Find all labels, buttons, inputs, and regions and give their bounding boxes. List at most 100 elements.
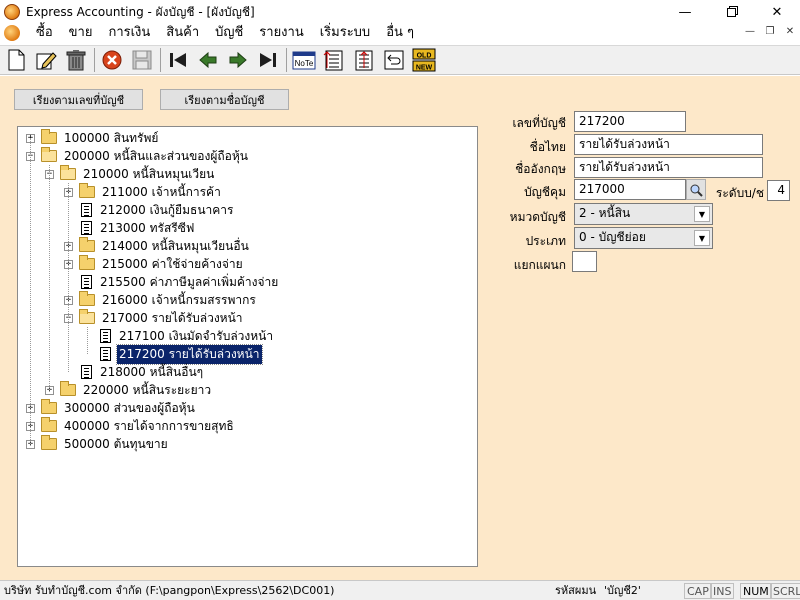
- tree-node[interactable]: +216000 เจ้าหนี้กรมสรรพากร: [64, 291, 258, 309]
- menu-reports[interactable]: รายงาน: [251, 22, 311, 44]
- edit-button[interactable]: [33, 47, 59, 73]
- mdi-system-icon[interactable]: [4, 25, 20, 41]
- window-title: Express Accounting - ผังบัญชี - [ผังบัญช…: [26, 4, 255, 19]
- mdi-close-button[interactable]: ✕: [780, 22, 800, 42]
- tree-node[interactable]: 217200 รายได้รับล่วงหน้า: [83, 343, 263, 365]
- undo-icon: [384, 50, 404, 70]
- tree-node[interactable]: +500000 ต้นทุนขาย: [26, 435, 170, 453]
- tree-node-label: 211000 เจ้าหนี้การค้า: [102, 184, 221, 199]
- control-account-field[interactable]: 217000: [574, 179, 686, 200]
- scroll-lock-indicator: SCRL: [770, 583, 800, 599]
- close-button[interactable]: ✕: [754, 0, 800, 24]
- sort-button[interactable]: [351, 47, 377, 73]
- tree-node-label: 214000 หนี้สินหมุนเวียนอื่น: [102, 238, 249, 253]
- tree-node[interactable]: 218000 หนี้สินอื่นๆ: [64, 363, 205, 381]
- menu-finance[interactable]: การเงิน: [100, 22, 158, 44]
- folder-open-icon: [60, 165, 76, 180]
- list-button[interactable]: [321, 47, 347, 73]
- num-lock-indicator: NUM: [740, 583, 772, 599]
- last-record-button[interactable]: [255, 47, 281, 73]
- new-button[interactable]: [3, 47, 29, 73]
- tree-node[interactable]: +215000 ค่าใช้จ่ายค้างจ่าย: [64, 255, 245, 273]
- restore-icon: [726, 7, 736, 17]
- svg-text:OLD: OLD: [417, 53, 432, 60]
- tree-node[interactable]: 215500 ค่าภาษีมูลค่าเพิ่มค้างจ่าย: [64, 273, 280, 291]
- tree-connector: [87, 327, 88, 354]
- tree-node[interactable]: 213000 ทรัสรีซีฟ: [64, 219, 196, 237]
- tree-node[interactable]: +220000 หนี้สินระยะยาว: [45, 381, 213, 399]
- type-select[interactable]: 0 - บัญชีย่อย ▼: [574, 227, 713, 249]
- cancel-button[interactable]: [99, 47, 125, 73]
- folder-icon: [60, 381, 76, 396]
- tree-node[interactable]: +100000 สินทรัพย์: [26, 129, 160, 147]
- english-name-field[interactable]: รายได้รับล่วงหน้า: [574, 157, 763, 178]
- mdi-minimize-button[interactable]: —: [740, 22, 760, 42]
- tree-node[interactable]: −217000 รายได้รับล่วงหน้า: [64, 309, 245, 327]
- menu-accounts[interactable]: บัญชี: [207, 22, 251, 44]
- menu-inventory[interactable]: สินค้า: [158, 22, 207, 44]
- menu-bar: ซื้อ ขาย การเงิน สินค้า บัญชี รายงาน เริ…: [0, 22, 800, 44]
- tree-node-label: 200000 หนี้สินและส่วนของผู้ถือหุ้น: [64, 148, 248, 163]
- tree-node[interactable]: +211000 เจ้าหนี้การค้า: [64, 183, 223, 201]
- document-icon: [100, 347, 111, 361]
- folder-icon: [41, 417, 57, 432]
- document-icon: [81, 203, 92, 217]
- old-new-button[interactable]: OLD NEW: [411, 47, 437, 73]
- undo-button[interactable]: [381, 47, 407, 73]
- tree-node[interactable]: +300000 ส่วนของผู้ถือหุ้น: [26, 399, 197, 417]
- level-label: ระดับบ/ช: [715, 186, 764, 200]
- previous-icon: [199, 51, 217, 69]
- thai-name-field[interactable]: รายได้รับล่วงหน้า: [574, 134, 763, 155]
- tree-connector: [30, 138, 31, 444]
- toolbar-separator: [160, 48, 161, 72]
- tree-node[interactable]: 217100 เงินมัดจำรับล่วงหน้า: [83, 327, 275, 345]
- app-logo-icon[interactable]: [4, 4, 20, 20]
- search-icon: [690, 184, 703, 197]
- note-button[interactable]: NoTe: [291, 47, 317, 73]
- sort-by-name-button[interactable]: เรียงตามชื่อบัญชี: [160, 89, 289, 110]
- control-account-label: บัญชีคุม: [524, 185, 566, 199]
- tree-node[interactable]: −210000 หนี้สินหมุนเวียน: [45, 165, 216, 183]
- save-button[interactable]: [129, 47, 155, 73]
- previous-record-button[interactable]: [195, 47, 221, 73]
- menu-sales[interactable]: ขาย: [61, 22, 101, 44]
- category-label: หมวดบัญชี: [509, 210, 566, 224]
- delete-icon: [66, 50, 86, 71]
- tree-node[interactable]: +214000 หนี้สินหมุนเวียนอื่น: [64, 237, 251, 255]
- account-tree[interactable]: +100000 สินทรัพย์ −200000 หนี้สินและส่วนข…: [17, 126, 478, 567]
- toolbar-separator: [286, 48, 287, 72]
- menu-others[interactable]: อื่น ๆ: [378, 22, 422, 44]
- menu-setup[interactable]: เริ่มระบบ: [312, 22, 378, 44]
- insert-indicator: INS: [710, 583, 735, 599]
- minimize-button[interactable]: —: [662, 0, 708, 24]
- cancel-icon: [102, 50, 122, 70]
- first-record-button[interactable]: [165, 47, 191, 73]
- first-icon: [170, 53, 186, 67]
- type-value: 0 - บัญชีย่อย: [579, 230, 646, 244]
- tree-node[interactable]: 212000 เงินกู้ยืมธนาคาร: [64, 201, 235, 219]
- chart-of-accounts-panel: เรียงตามเลขที่บัญชี เรียงตามชื่อบัญชี +1…: [0, 76, 800, 580]
- control-account-lookup-button[interactable]: [686, 179, 706, 200]
- account-no-label: เลขที่บัญชี: [512, 116, 566, 130]
- category-value: 2 - หนี้สิน: [579, 206, 631, 220]
- sort-by-number-button[interactable]: เรียงตามเลขที่บัญชี: [14, 89, 143, 110]
- folder-icon: [79, 183, 95, 198]
- menu-purchase[interactable]: ซื้อ: [28, 22, 61, 44]
- next-record-button[interactable]: [225, 47, 251, 73]
- tree-node[interactable]: +400000 รายได้จากการขายสุทธิ: [26, 417, 236, 435]
- category-select[interactable]: 2 - หนี้สิน ▼: [574, 203, 713, 225]
- level-field[interactable]: 4: [767, 180, 790, 201]
- account-no-field[interactable]: 217200: [574, 111, 686, 132]
- tree-node-label: 218000 หนี้สินอื่นๆ: [100, 364, 204, 379]
- mdi-restore-button[interactable]: ❐: [760, 22, 780, 42]
- maximize-button[interactable]: [708, 0, 754, 24]
- folder-icon: [41, 399, 57, 414]
- svg-text:NEW: NEW: [416, 65, 433, 72]
- department-field[interactable]: [572, 251, 597, 272]
- user-code-label: รหัสผมน: [555, 584, 597, 597]
- tree-node[interactable]: −200000 หนี้สินและส่วนของผู้ถือหุ้น: [26, 147, 250, 165]
- folder-icon: [79, 255, 95, 270]
- tree-node-label: 500000 ต้นทุนขาย: [64, 436, 168, 451]
- delete-button[interactable]: [63, 47, 89, 73]
- document-icon: [100, 329, 111, 343]
